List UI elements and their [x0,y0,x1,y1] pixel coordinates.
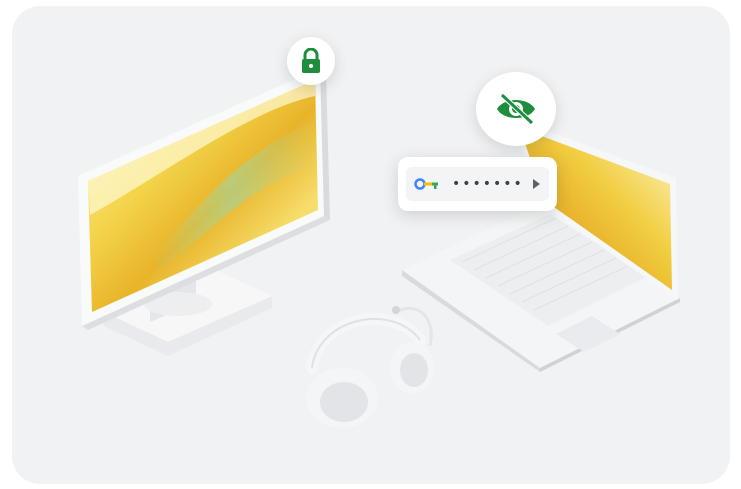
lock-icon [302,48,320,73]
devices-illustration [78,68,680,428]
play-arrow-icon[interactable] [531,178,541,190]
eye-off-badge [476,72,556,146]
password-autofill-card[interactable]: ••••••• [398,157,557,211]
eye-off-icon [497,93,535,125]
lock-badge [287,37,335,85]
masked-password: ••••••• [452,176,524,192]
password-field[interactable]: ••••••• [406,167,549,201]
desktop-monitor [78,68,330,356]
headphones [306,306,434,428]
key-icon [414,178,438,190]
illustration-card: ••••••• [12,6,730,484]
